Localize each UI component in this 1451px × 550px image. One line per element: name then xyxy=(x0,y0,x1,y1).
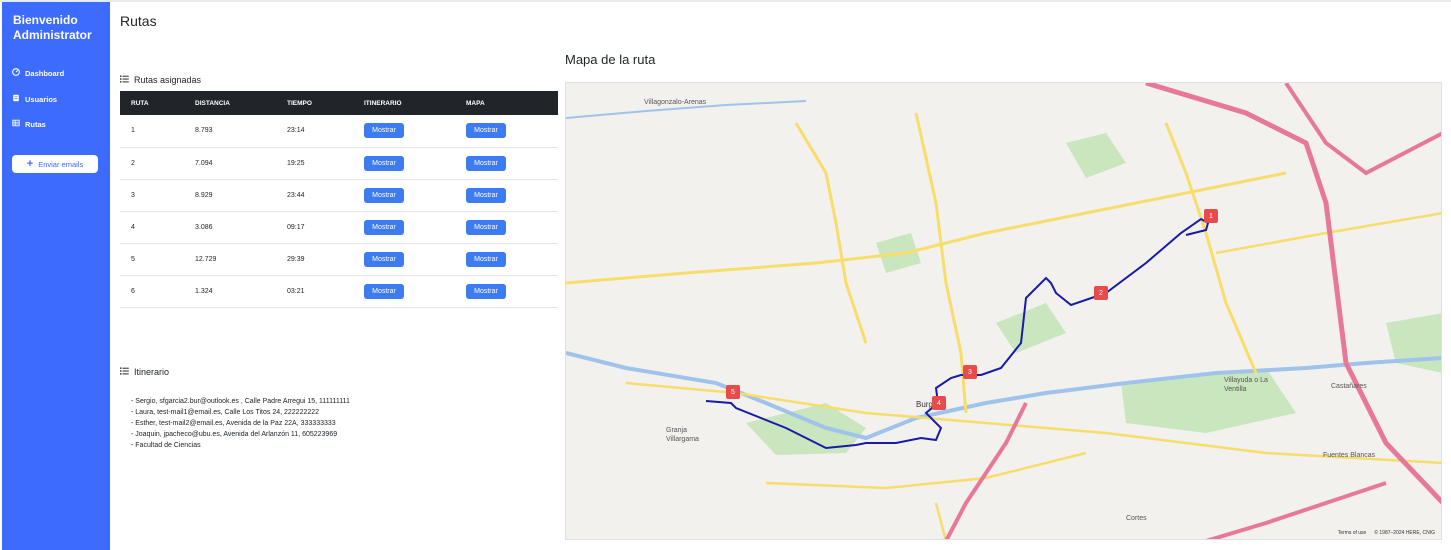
map-title: Mapa de la ruta xyxy=(565,52,656,67)
route-distance: 8.929 xyxy=(195,191,213,199)
route-distance: 12.729 xyxy=(195,255,217,263)
route-distance: 7.094 xyxy=(195,159,213,167)
map-marker[interactable]: 5 xyxy=(726,385,740,399)
list-icon xyxy=(120,75,129,85)
place-label: Villayuda o La Ventilla xyxy=(1224,377,1268,393)
route-distance: 1.324 xyxy=(195,287,213,295)
send-emails-button[interactable]: + Enviar emails xyxy=(12,155,98,173)
sidebar-item-usuarios[interactable]: Usuarios xyxy=(12,94,57,104)
page-title: Rutas xyxy=(120,13,157,29)
copyright-text: © 1987–2024 HERE, CNIG xyxy=(1374,530,1435,536)
route-number: 2 xyxy=(131,159,135,167)
column-header: MAPA xyxy=(466,99,485,107)
route-number: 5 xyxy=(131,255,135,263)
column-header: DISTANCIA xyxy=(195,99,230,107)
route-map[interactable]: Villagonzalo-Arenas Granja Villargama Ca… xyxy=(565,82,1442,540)
map-canvas[interactable] xyxy=(566,83,1442,540)
routes-heading: Rutas asignadas xyxy=(120,75,201,85)
show-map-button[interactable]: Mostrar xyxy=(466,283,506,299)
column-header: RUTA xyxy=(131,99,149,107)
plus-icon: + xyxy=(26,158,34,170)
map-marker[interactable]: 4 xyxy=(932,396,946,410)
route-time: 23:14 xyxy=(287,127,305,135)
map-marker[interactable]: 2 xyxy=(1094,286,1108,300)
column-header: ITINERARIO xyxy=(364,99,402,107)
table-row: 2 7.094 19:25 Mostrar Mostrar xyxy=(120,147,558,179)
place-label: Cortes xyxy=(1126,515,1147,522)
place-label: Granja Villargama xyxy=(666,427,699,443)
itinerary-list: - Sergio, sfgarcia2.bur@outlook.es , Cal… xyxy=(131,396,350,451)
route-number: 6 xyxy=(131,287,135,295)
route-number: 3 xyxy=(131,191,135,199)
sidebar: Bienvenido Administrator Dashboard Usuar… xyxy=(2,2,110,550)
map-marker[interactable]: 3 xyxy=(963,365,977,379)
welcome-text: Bienvenido Administrator xyxy=(13,13,92,42)
dashboard-icon xyxy=(12,68,20,78)
show-map-button[interactable]: Mostrar xyxy=(466,123,506,139)
routes-table: RUTA DISTANCIA TIEMPO ITINERARIO MAPA 1 … xyxy=(120,91,558,308)
show-itinerary-button[interactable]: Mostrar xyxy=(364,187,404,203)
top-border xyxy=(0,0,1451,2)
main-road xyxy=(794,122,868,344)
table-icon xyxy=(12,119,20,129)
main-road xyxy=(566,171,1287,285)
show-map-button[interactable]: Mostrar xyxy=(466,155,506,171)
show-itinerary-button[interactable]: Mostrar xyxy=(364,155,404,171)
column-header: TIEMPO xyxy=(287,99,312,107)
place-label: Fuentes Blancas xyxy=(1323,452,1376,459)
routes-heading-text: Rutas asignadas xyxy=(134,75,202,85)
route-time: 03:21 xyxy=(287,287,305,295)
list-item: - Esther, test-mail2@email.es, Avenida d… xyxy=(131,420,336,427)
main-road xyxy=(765,451,1087,490)
park-area xyxy=(1066,133,1126,178)
table-row: 1 8.793 23:14 Mostrar Mostrar xyxy=(120,115,558,147)
show-map-button[interactable]: Mostrar xyxy=(466,187,506,203)
list-item: - Joaquin, jpacheco@ubu.es, Avenida del … xyxy=(131,431,338,438)
route-time: 23:44 xyxy=(287,191,305,199)
sidebar-item-dashboard[interactable]: Dashboard xyxy=(12,68,64,78)
route-number: 4 xyxy=(131,223,135,231)
highway xyxy=(1145,83,1441,505)
place-label: Castañares xyxy=(1331,383,1367,390)
itinerary-heading: Itinerario xyxy=(120,367,169,377)
show-map-button[interactable]: Mostrar xyxy=(466,219,506,235)
send-emails-label: Enviar emails xyxy=(38,159,84,169)
show-itinerary-button[interactable]: Mostrar xyxy=(364,219,404,235)
table-row: 4 3.086 09:17 Mostrar Mostrar xyxy=(120,211,558,243)
route-time: 19:25 xyxy=(287,159,305,167)
route-number: 1 xyxy=(131,127,135,135)
show-itinerary-button[interactable]: Mostrar xyxy=(364,123,404,139)
show-itinerary-button[interactable]: Mostrar xyxy=(364,251,404,267)
map-marker[interactable]: 1 xyxy=(1204,209,1218,223)
list-item: - Laura, test-mail1@email.es, Calle Los … xyxy=(131,409,320,416)
list-icon xyxy=(120,367,129,377)
sidebar-item-label: Dashboard xyxy=(25,68,65,78)
place-label: Villagonzalo-Arenas xyxy=(644,99,707,106)
route-distance: 8.793 xyxy=(195,127,213,135)
show-map-button[interactable]: Mostrar xyxy=(466,251,506,267)
sidebar-item-label: Usuarios xyxy=(25,94,58,104)
itinerary-heading-text: Itinerario xyxy=(134,367,170,377)
table-row: 3 8.929 23:44 Mostrar Mostrar xyxy=(120,179,558,211)
main-road xyxy=(934,502,947,539)
park-area xyxy=(996,303,1066,353)
map-attribution: Terms of use © 1987–2024 HERE, CNIG xyxy=(1338,530,1435,536)
users-icon xyxy=(12,94,20,104)
table-header-row: RUTA DISTANCIA TIEMPO ITINERARIO MAPA xyxy=(120,91,558,115)
table-row: 5 12.729 29:39 Mostrar Mostrar xyxy=(120,243,558,275)
sidebar-item-rutas[interactable]: Rutas xyxy=(12,119,46,129)
main-road xyxy=(914,112,968,414)
park-area xyxy=(1386,313,1441,373)
terms-link[interactable]: Terms of use xyxy=(1338,530,1367,536)
route-time: 09:17 xyxy=(287,223,305,231)
show-itinerary-button[interactable]: Mostrar xyxy=(364,283,404,299)
table-row: 6 1.324 03:21 Mostrar Mostrar xyxy=(120,275,558,307)
sidebar-item-label: Rutas xyxy=(25,119,46,129)
list-item: - Facultad de Ciencias xyxy=(131,442,201,449)
route-time: 29:39 xyxy=(287,255,305,263)
route-distance: 3.086 xyxy=(195,223,213,231)
list-item: - Sergio, sfgarcia2.bur@outlook.es , Cal… xyxy=(131,398,350,405)
